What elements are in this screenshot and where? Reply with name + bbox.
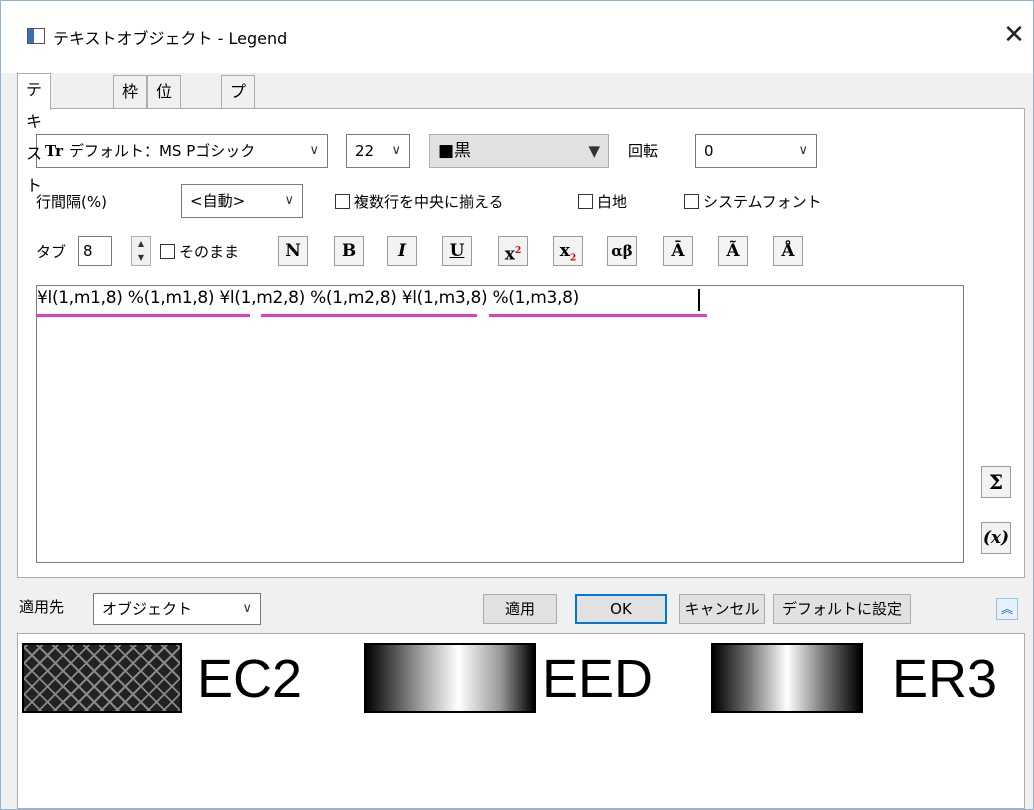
font-size-select[interactable]: 22 ∨ — [346, 134, 410, 168]
italic-button[interactable]: I — [387, 236, 417, 266]
tab-size-input[interactable]: 8 — [78, 236, 112, 266]
tab-programming[interactable]: プログラミング — [221, 75, 256, 293]
hatch-swatch-2 — [364, 643, 536, 713]
rotation-select[interactable]: 0 ∨ — [695, 134, 817, 168]
color-select[interactable]: ■黒 ▼ — [429, 134, 609, 168]
gradient-swatch-3 — [711, 643, 863, 713]
apply-to-label: 適用先 — [19, 598, 65, 616]
underline-mark — [489, 314, 707, 317]
font-type-icon: Tr — [45, 142, 63, 160]
superscript-button[interactable]: x2 — [498, 236, 528, 266]
tab-text[interactable]: テキスト — [17, 73, 52, 195]
text-caret — [698, 289, 700, 311]
title-bar: テキストオブジェクト - Legend ✕ — [1, 1, 1033, 73]
spin-down-icon[interactable]: ▼ — [132, 251, 150, 265]
font-select[interactable]: Tr デフォルト：MS Pゴシック ∨ — [36, 134, 328, 168]
bold-button[interactable]: B — [334, 236, 364, 266]
ok-button[interactable]: OK — [575, 594, 667, 624]
spin-up-icon[interactable]: ▲ — [132, 237, 150, 251]
collapse-icon[interactable]: ︽ — [996, 598, 1018, 620]
checkbox-box — [684, 194, 699, 209]
chevron-down-icon: ∨ — [798, 143, 808, 158]
legend-label-3: ER3 — [892, 649, 998, 709]
as-is-checkbox[interactable]: そのまま — [160, 242, 239, 262]
underline-mark — [36, 314, 250, 317]
tab-size-spinner[interactable]: ▲ ▼ — [131, 236, 151, 266]
tab-frame[interactable]: 枠 — [113, 75, 148, 109]
chevron-down-icon: ∨ — [309, 143, 319, 158]
line-spacing-select[interactable]: <自動> ∨ — [181, 184, 303, 218]
underline-mark — [261, 314, 477, 317]
close-button[interactable]: ✕ — [996, 15, 1032, 55]
tab-label: タブ — [36, 243, 67, 261]
greek-button[interactable]: αβ — [607, 236, 637, 266]
chevron-down-icon: ∨ — [391, 143, 401, 158]
chevron-down-icon: ∨ — [284, 193, 294, 208]
tab-position[interactable]: 位置 — [147, 75, 182, 133]
editor-text: ¥l(1,m1,8) %(1,m1,8) ¥l(1,m2,8) %(1,m2,8… — [37, 288, 579, 308]
window-title: テキストオブジェクト - Legend — [53, 29, 288, 48]
normal-format-button[interactable]: N — [278, 236, 308, 266]
hatch-swatch-1 — [22, 643, 182, 713]
subscript-button[interactable]: x2 — [553, 236, 583, 266]
set-default-button[interactable]: デフォルトに設定 — [773, 594, 911, 624]
apply-button[interactable]: 適用 — [483, 594, 557, 624]
line-spacing-label: 行間隔(%) — [36, 193, 107, 211]
checkbox-box — [578, 194, 593, 209]
cancel-button[interactable]: キャンセル — [679, 594, 765, 624]
checkbox-box — [335, 194, 350, 209]
center-multiline-checkbox[interactable]: 複数行を中央に揃える — [335, 192, 504, 212]
rotation-label: 回転 — [628, 142, 659, 160]
legend-label-2: EED — [542, 649, 654, 709]
apply-to-select[interactable]: オブジェクト ∨ — [93, 593, 261, 625]
app-icon — [27, 28, 45, 44]
sigma-button[interactable]: Σ — [981, 466, 1011, 498]
legend-label-1: EC2 — [197, 649, 303, 709]
legend-preview: EC2 EED ER3 — [17, 633, 1025, 809]
variable-button[interactable]: (x) — [981, 522, 1011, 554]
overline-button[interactable]: Ā — [663, 236, 693, 266]
caret-down-icon: ▼ — [588, 142, 600, 160]
tilde-button[interactable]: Ã — [718, 236, 748, 266]
dot-accent-button[interactable]: Å — [773, 236, 803, 266]
underline-button[interactable]: U — [442, 236, 472, 266]
dialog-window: テキストオブジェクト - Legend ✕ テキスト 枠 位置 プログラミング … — [0, 0, 1034, 810]
system-font-checkbox[interactable]: システムフォント — [684, 192, 822, 212]
text-editor[interactable]: ¥l(1,m1,8) %(1,m1,8) ¥l(1,m2,8) %(1,m2,8… — [36, 285, 964, 563]
checkbox-box — [160, 244, 175, 259]
white-bg-checkbox[interactable]: 白地 — [578, 192, 627, 212]
chevron-down-icon: ∨ — [242, 601, 252, 616]
